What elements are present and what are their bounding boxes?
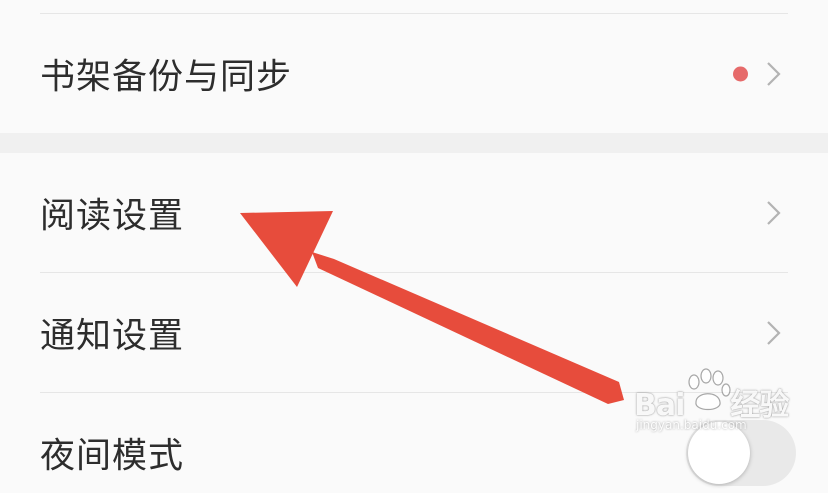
- watermark-url: jingyan.baidu.com: [636, 418, 747, 432]
- arrow-shaft: [312, 252, 624, 404]
- baidu-jingyan-watermark: Bai 经验 jingyan.baidu.com: [630, 368, 828, 438]
- arrow-head: [240, 211, 333, 287]
